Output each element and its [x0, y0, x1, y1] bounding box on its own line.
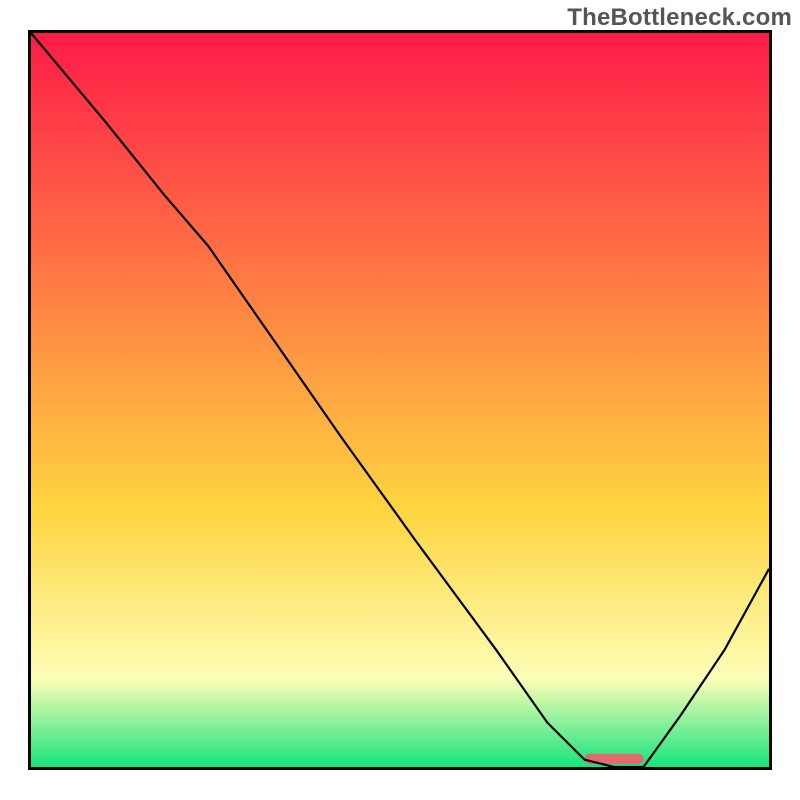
chart-frame: TheBottleneck.com: [0, 0, 800, 800]
plot-area: [28, 30, 772, 770]
gradient-background: [31, 33, 769, 767]
watermark-text: TheBottleneck.com: [567, 4, 792, 32]
plot-svg: [31, 33, 769, 767]
